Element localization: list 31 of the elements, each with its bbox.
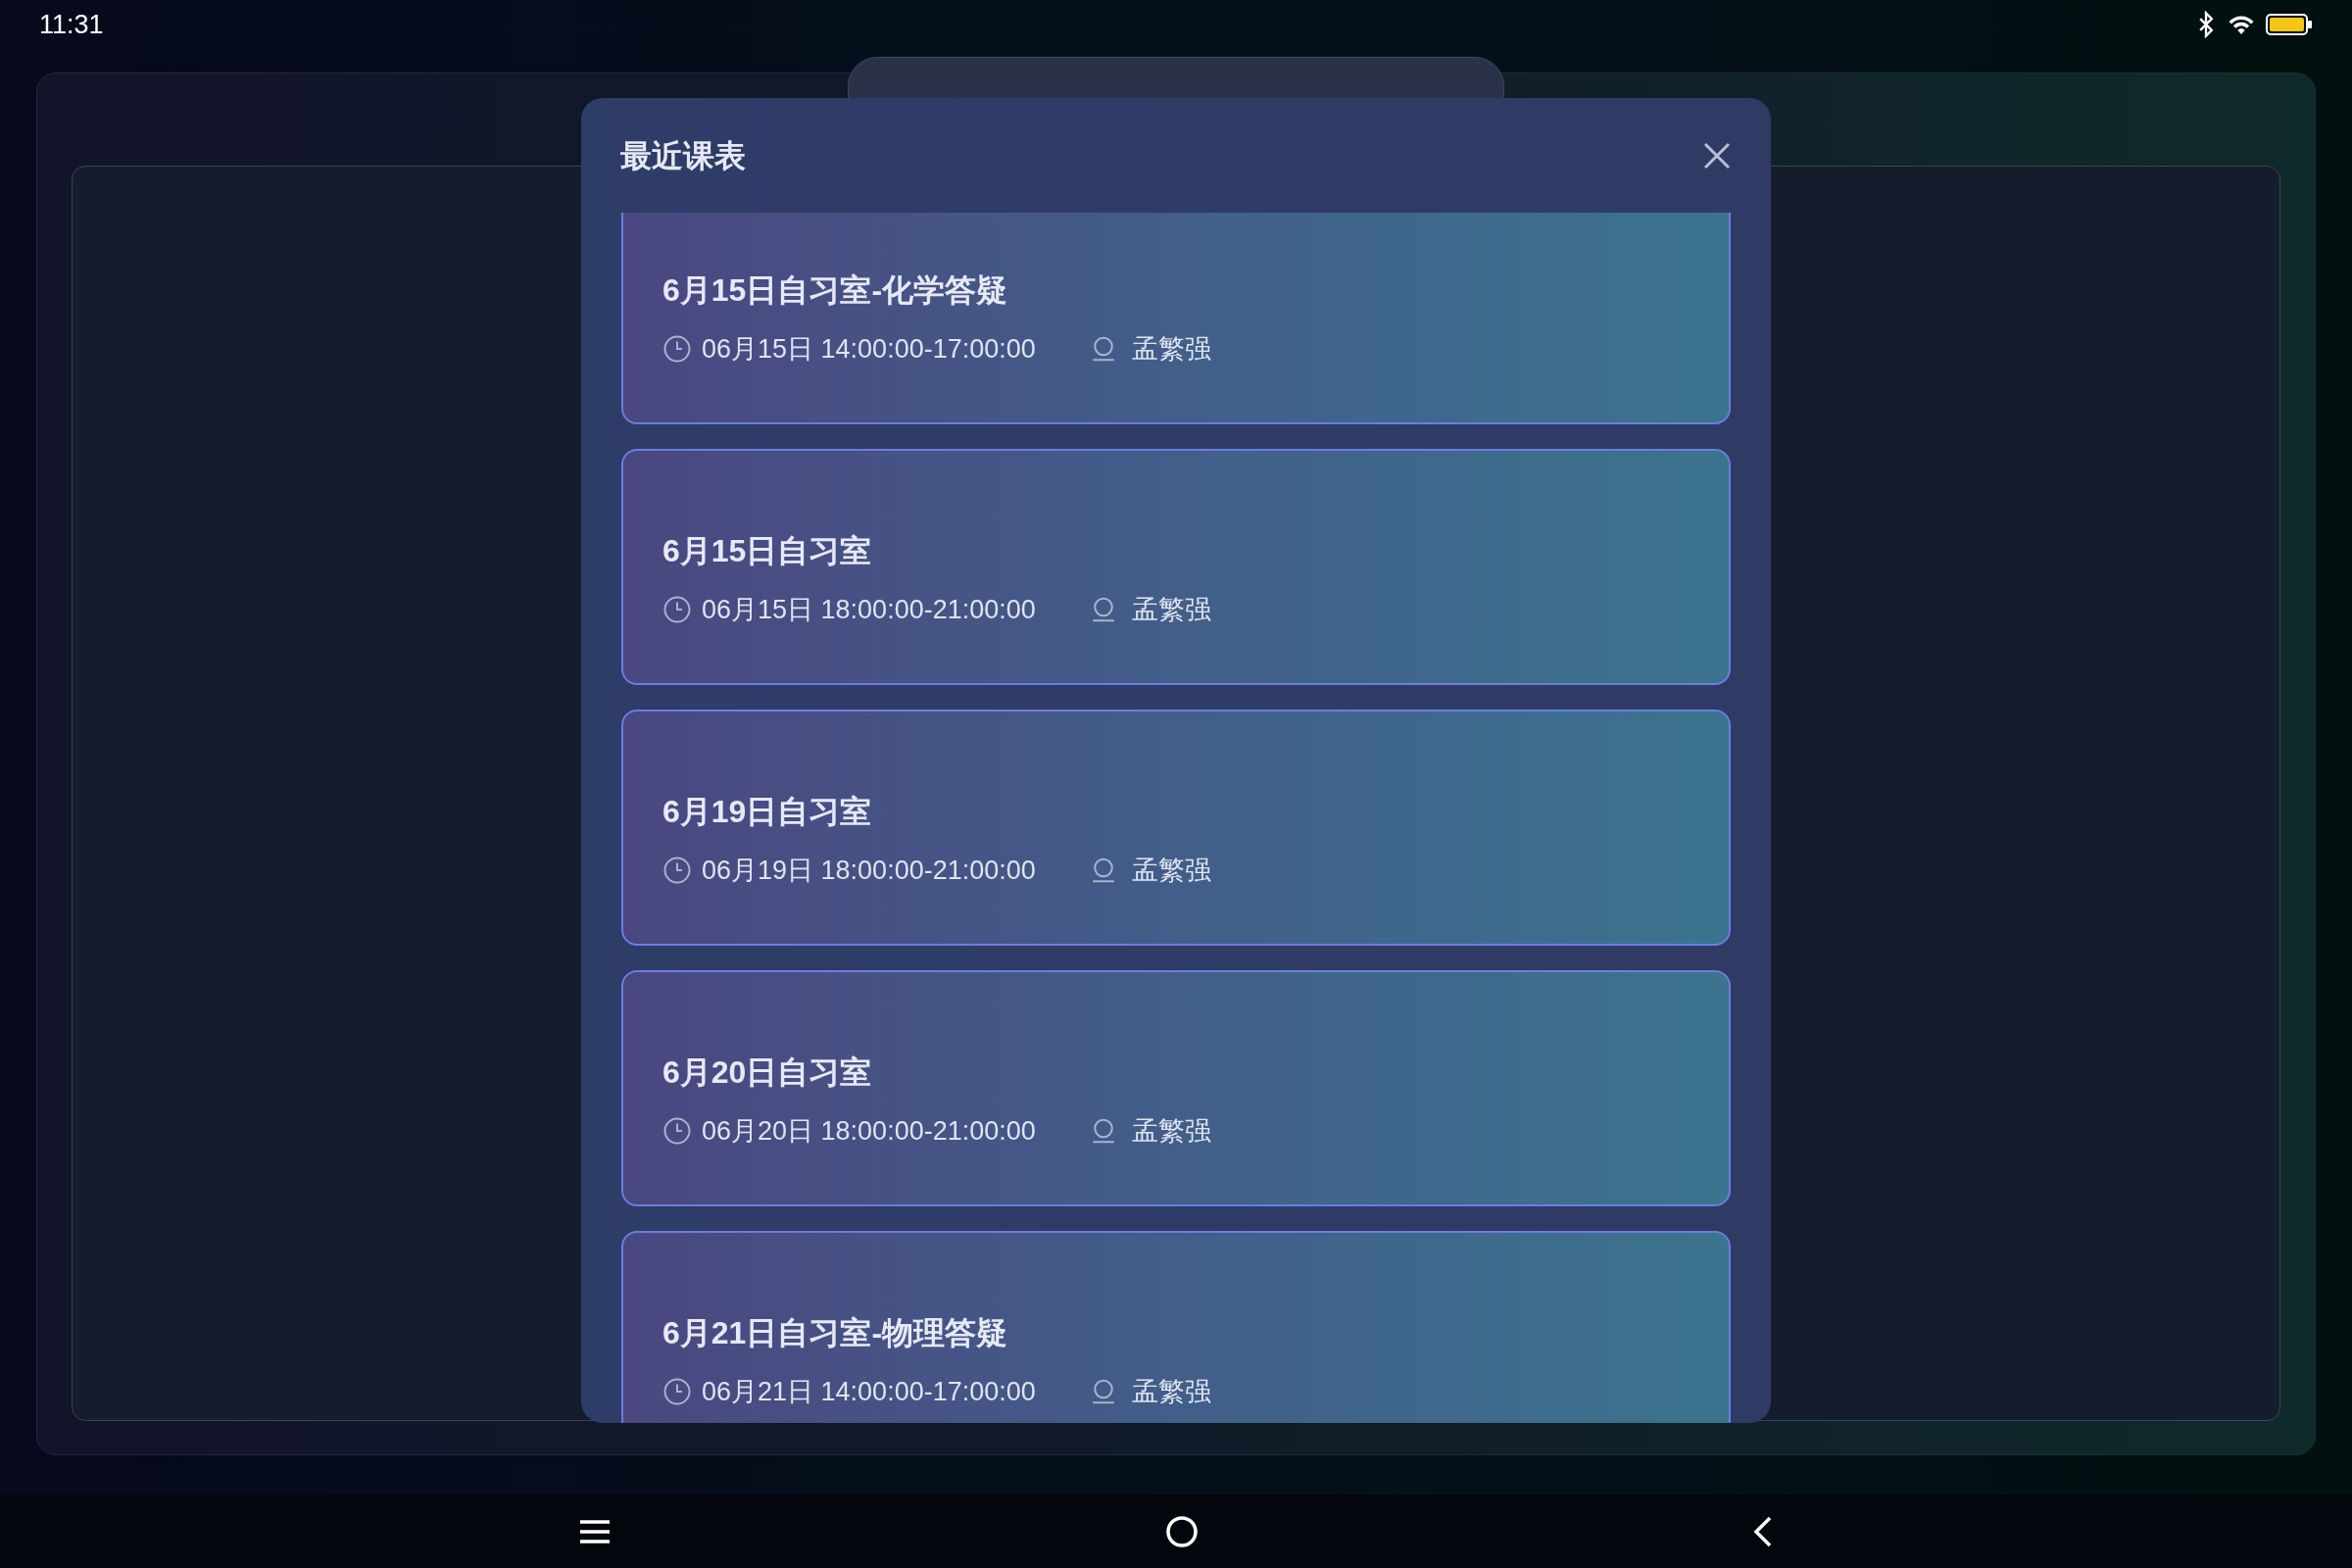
session-card[interactable]: 6月19日自习室 06月19日 18:00:00-21:00:00 孟繁强 <box>621 710 1731 946</box>
session-teacher: 孟繁强 <box>1132 594 1211 626</box>
session-time: 06月20日 18:00:00-21:00:00 <box>702 1115 1037 1148</box>
clock-icon <box>662 334 692 365</box>
close-icon[interactable] <box>1702 140 1732 171</box>
session-card[interactable]: 6月15日自习室-化学答疑 06月15日 14:00:00-17:00:00 孟繁强 <box>621 213 1731 424</box>
dialog-title: 最近课表 <box>620 136 746 175</box>
session-teacher: 孟繁强 <box>1132 1376 1211 1408</box>
session-teacher: 孟繁强 <box>1132 855 1211 887</box>
clock-icon <box>662 1377 692 1407</box>
session-title: 6月15日自习室-化学答疑 <box>662 271 1009 310</box>
session-card[interactable]: 6月15日自习室 06月15日 18:00:00-21:00:00 孟繁强 <box>621 449 1731 685</box>
clock-icon <box>662 1116 692 1147</box>
session-time: 06月15日 18:00:00-21:00:00 <box>702 594 1037 626</box>
battery-icon <box>2266 13 2313 36</box>
status-time: 11:31 <box>39 8 104 41</box>
clock-icon <box>662 856 692 886</box>
session-title: 6月19日自习室 <box>662 793 873 831</box>
session-time: 06月21日 14:00:00-17:00:00 <box>702 1376 1037 1408</box>
session-title: 6月20日自习室 <box>662 1054 873 1092</box>
home-icon[interactable] <box>1165 1514 1199 1548</box>
session-teacher: 孟繁强 <box>1132 1115 1211 1148</box>
session-card[interactable]: 6月21日自习室-物理答疑 06月21日 14:00:00-17:00:00 孟繁强 <box>621 1231 1731 1423</box>
session-time: 06月19日 18:00:00-21:00:00 <box>702 855 1037 887</box>
session-time: 06月15日 14:00:00-17:00:00 <box>702 333 1037 366</box>
session-teacher: 孟繁强 <box>1132 333 1211 366</box>
session-card[interactable]: 6月20日自习室 06月20日 18:00:00-21:00:00 孟繁强 <box>621 970 1731 1206</box>
session-title: 6月15日自习室 <box>662 532 873 570</box>
session-title: 6月21日自习室-物理答疑 <box>662 1314 1009 1352</box>
clock-icon <box>662 595 692 625</box>
back-icon[interactable] <box>1752 1514 1774 1548</box>
